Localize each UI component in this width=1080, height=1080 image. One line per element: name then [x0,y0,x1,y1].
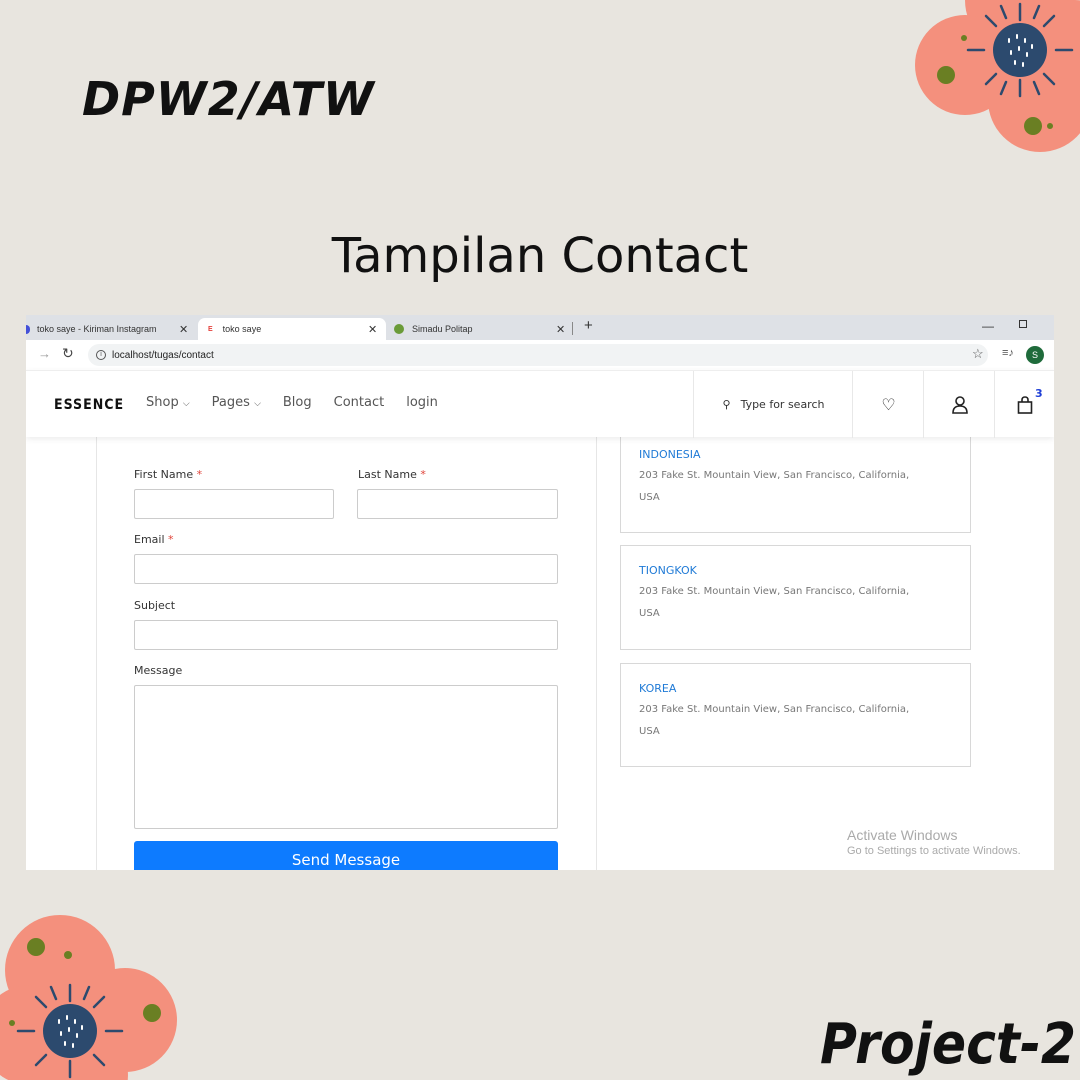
site-logo[interactable]: ESSENCE [54,397,124,413]
browser-tab-active[interactable]: E toko saye ✕ [198,318,386,340]
close-icon[interactable]: ✕ [179,323,188,336]
account-button[interactable] [923,371,995,438]
location-card-indonesia: INDONESIA 203 Fake St. Mountain View, Sa… [620,429,971,533]
tab-label: toko saye - Kiriman Instagram [37,324,157,334]
label-text: First Name [134,468,194,481]
required-mark: * [420,468,426,481]
address-bar-row: → ↻ i localhost/tugas/contact ☆ ≡♪ S [26,340,1054,370]
location-name: INDONESIA [639,448,701,461]
address-country: USA [639,726,660,737]
address-line: 203 Fake St. Mountain View, San Francisc… [639,704,910,715]
label-text: Last Name [358,468,417,481]
last-name-label: Last Name * [358,468,426,481]
address-line: 203 Fake St. Mountain View, San Francisc… [639,470,910,481]
minimize-icon[interactable]: — [982,319,994,333]
contact-page-content: First Name * Last Name * Email * Subject… [26,429,1054,870]
main-menu: Shop ⌵ Pages ⌵ Blog Contact login [146,395,438,410]
heart-icon: ♡ [881,395,896,414]
first-name-label: First Name * [134,468,202,481]
location-name: KOREA [639,682,677,695]
user-icon [951,395,968,414]
address-line: 203 Fake St. Mountain View, San Francisc… [639,586,910,597]
menu-item-blog[interactable]: Blog [283,395,312,410]
course-heading: DPW2/ATW [82,72,375,126]
browser-tab-bar: toko saye - Kiriman Instagram ✕ E toko s… [26,315,1054,340]
wishlist-button[interactable]: ♡ [852,371,924,438]
required-mark: * [168,533,174,546]
message-label: Message [134,664,183,677]
new-tab-icon[interactable]: + [584,317,593,334]
location-card-tiongkok: TIONGKOK 203 Fake St. Mountain View, San… [620,545,971,650]
watermark-subtitle: Go to Settings to activate Windows. [847,845,1021,857]
forward-icon[interactable]: → [38,346,51,361]
tab-favicon-icon [26,324,30,334]
project-label: Project-2 [819,1012,1076,1077]
media-control-icon[interactable]: ≡♪ [1002,347,1014,359]
address-country: USA [639,608,660,619]
menu-item-login[interactable]: login [406,395,438,410]
browser-tab-simadu[interactable]: Simadu Politap ✕ [394,318,574,340]
tab-favicon-icon [394,324,404,334]
email-field[interactable] [134,554,558,584]
restore-icon[interactable] [1019,320,1027,328]
close-icon[interactable]: ✕ [368,323,377,336]
reload-icon[interactable]: ↻ [62,345,74,362]
slide-title: Tampilan Contact [331,228,749,284]
browser-screenshot: toko saye - Kiriman Instagram ✕ E toko s… [26,315,1054,870]
flower-decoration-top-right [915,0,1080,152]
location-address: 203 Fake St. Mountain View, San Francisc… [639,581,952,625]
first-name-field[interactable] [134,489,334,519]
menu-item-shop[interactable]: Shop ⌵ [146,395,190,410]
menu-label: Shop [146,395,179,410]
location-name: TIONGKOK [639,564,697,577]
message-textarea[interactable] [134,685,558,829]
tab-divider [572,322,573,335]
close-icon[interactable]: ✕ [556,323,565,336]
tab-favicon-icon: E [208,325,213,333]
menu-label: Pages [211,395,250,410]
cart-count-badge: 3 [1035,387,1043,400]
divider-line [596,437,597,870]
shopping-bag-icon [1017,395,1032,414]
windows-activation-watermark: Activate Windows Go to Settings to activ… [847,827,1021,857]
url-field[interactable]: i localhost/tugas/contact [88,344,988,366]
send-message-button[interactable]: Send Message [134,841,558,870]
profile-avatar[interactable]: S [1026,346,1044,364]
search-icon: ⚲ [722,398,731,411]
tab-label: Simadu Politap [412,324,473,334]
menu-item-pages[interactable]: Pages ⌵ [212,395,261,410]
search-placeholder: Type for search [740,398,825,411]
menu-item-contact[interactable]: Contact [334,395,385,410]
tab-label: toko saye [222,324,262,334]
label-text: Email [134,533,165,546]
flower-decoration-bottom-left [0,915,177,1080]
last-name-field[interactable] [357,489,558,519]
bookmark-star-icon[interactable]: ☆ [972,346,984,362]
subject-field[interactable] [134,620,558,650]
subject-label: Subject [134,599,176,612]
site-header: ESSENCE Shop ⌵ Pages ⌵ Blog Contact logi… [26,370,1054,438]
divider-line [96,437,97,870]
email-label: Email * [134,533,174,546]
watermark-title: Activate Windows [847,827,958,843]
browser-tab-instagram[interactable]: toko saye - Kiriman Instagram ✕ [26,318,196,340]
address-country: USA [639,492,660,503]
chevron-down-icon: ⌵ [182,399,190,409]
location-address: 203 Fake St. Mountain View, San Francisc… [639,699,952,743]
required-mark: * [196,468,203,481]
chevron-down-icon: ⌵ [254,399,261,409]
location-card-korea: KOREA 203 Fake St. Mountain View, San Fr… [620,663,971,767]
info-icon[interactable]: i [96,350,106,360]
location-address: 203 Fake St. Mountain View, San Francisc… [639,465,952,509]
search-box[interactable]: ⚲ Type for search [693,371,853,438]
url-text: localhost/tugas/contact [112,349,214,361]
cart-button[interactable]: 3 [994,371,1054,438]
